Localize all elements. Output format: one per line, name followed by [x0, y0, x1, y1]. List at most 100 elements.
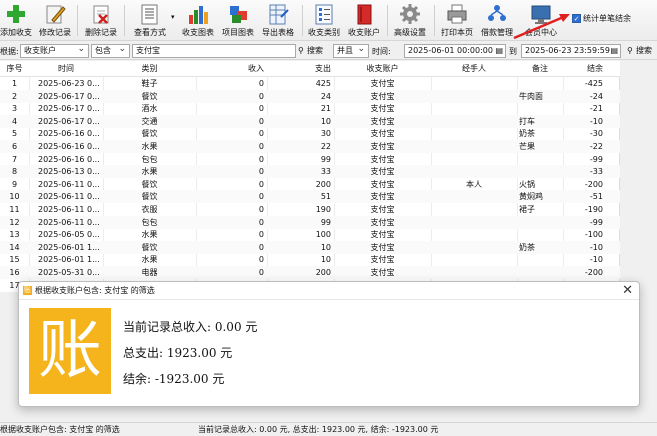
add-button[interactable]: 添加收支 [0, 2, 32, 39]
cell-balance: -33 [589, 167, 603, 177]
export-table-button[interactable]: 导出表格 [260, 2, 296, 39]
cell-expense: 200 [315, 179, 331, 189]
income-chart-button[interactable]: 收支图表 [180, 2, 216, 39]
status-bar: 根据收支账户包含: 支付宝 的筛选 当前记录总收入: 0.00 元, 总支出: … [0, 422, 657, 436]
cell-balance: -99 [589, 154, 603, 164]
col-header-income[interactable]: 收入 [196, 61, 264, 76]
filter-by-label: 根据: [0, 47, 19, 56]
col-header-note[interactable]: 备注 [517, 61, 563, 76]
cell-time: 2025-06-11 0... [38, 179, 100, 189]
to-label: 到 [509, 47, 517, 56]
loan-people-icon [486, 3, 508, 25]
table-row[interactable]: 16 2025-05-31 0... 电器 0 200 支付宝 -200 [0, 266, 620, 279]
table-row[interactable]: 10 2025-06-11 0... 餐饮 0 51 支付宝 黄焖鸡 -51 [0, 190, 620, 204]
filter-field-select[interactable]: 收支账户 [20, 44, 89, 58]
cell-category: 水果 [141, 255, 158, 265]
table-row[interactable]: 11 2025-06-11 0... 衣服 0 190 支付宝 裙子 -190 [0, 203, 620, 216]
status-filter-text: 根据收支账户包含: 支付宝 的筛选 [0, 425, 120, 434]
filter-operator-select[interactable]: 包含 [91, 44, 130, 58]
cell-expense: 200 [315, 268, 331, 277]
view-mode-icon [139, 3, 161, 25]
col-header-handler[interactable]: 经手人 [431, 61, 517, 76]
ledger-app-icon: 账 [23, 286, 32, 295]
cell-balance: -99 [589, 217, 603, 227]
cell-time: 2025-06-17 0... [38, 104, 100, 114]
date-from-value: 2025-06-01 00:00:00 [408, 46, 493, 55]
cell-expense: 51 [320, 192, 331, 202]
search-button-label: 搜索 [307, 46, 323, 55]
filter-keyword-input[interactable]: 支付宝 [132, 44, 296, 58]
cell-expense: 100 [315, 230, 331, 240]
search-icon: ⚲ [627, 46, 633, 55]
search-button[interactable]: ⚲ 搜索 [298, 45, 323, 56]
cell-expense: 99 [320, 217, 331, 227]
col-header-balance[interactable]: 结余 [563, 61, 603, 76]
table-row[interactable]: 9 2025-06-11 0... 餐饮 0 200 支付宝 本人 火锅 -200 [0, 178, 620, 191]
add-plus-icon [5, 3, 27, 25]
table-row[interactable]: 4 2025-06-17 0... 交通 0 10 支付宝 打车 -10 [0, 114, 620, 128]
cell-category: 水果 [141, 167, 158, 177]
cell-balance: -22 [589, 142, 603, 151]
cell-balance: -100 [584, 230, 603, 240]
filter-logic-select[interactable]: 并且 [333, 44, 369, 58]
calendar-icon[interactable]: ▤ [495, 45, 503, 57]
table-row[interactable]: 7 2025-06-16 0... 包包 0 99 支付宝 -99 [0, 153, 620, 166]
view-mode-button[interactable]: 查看方式 [130, 2, 170, 39]
cell-handler [431, 165, 517, 178]
cell-time: 2025-06-11 0... [38, 192, 100, 202]
cell-note [519, 165, 563, 178]
edit-button[interactable]: 修改记录 [38, 2, 72, 39]
col-header-index[interactable]: 序号 [0, 61, 29, 76]
view-mode-label: 查看方式 [134, 28, 166, 37]
dialog-total-expense: 总支出: 1923.00 元 [123, 346, 233, 360]
col-header-account[interactable]: 收支账户 [334, 61, 431, 76]
view-mode-dropdown-arrow-icon[interactable]: ▾ [171, 13, 175, 21]
cell-index: 3 [11, 104, 18, 114]
cell-time: 2025-06-01 1... [38, 242, 100, 252]
cell-handler [431, 253, 517, 266]
table-row[interactable]: 15 2025-06-01 1... 水果 0 10 支付宝 -10 [0, 253, 620, 266]
cell-account: 支付宝 [370, 167, 395, 177]
table-row[interactable]: 14 2025-06-01 1... 餐饮 0 10 支付宝 奶茶 -10 [0, 240, 620, 254]
cell-category: 交通 [141, 116, 158, 126]
dialog-balance: 结余: -1923.00 元 [123, 372, 225, 386]
search2-button[interactable]: ⚲ 搜索 [627, 45, 652, 56]
delete-button[interactable]: 删除记录 [84, 2, 118, 39]
print-page-button[interactable]: 打印本页 [438, 2, 476, 39]
col-header-time[interactable]: 时间 [29, 61, 103, 76]
calendar-icon[interactable]: ▤ [610, 45, 618, 57]
table-row[interactable]: 13 2025-06-05 0... 水果 0 100 支付宝 -100 [0, 228, 620, 241]
table-row[interactable]: 3 2025-06-17 0... 酒水 0 21 支付宝 -21 [0, 102, 620, 115]
table-row[interactable]: 12 2025-06-11 0... 包包 0 99 支付宝 -99 [0, 215, 620, 229]
col-header-expense[interactable]: 支出 [267, 61, 331, 76]
cell-balance: -30 [589, 129, 603, 139]
cell-income: 0 [258, 154, 264, 164]
table-row[interactable]: 6 2025-06-16 0... 水果 0 22 支付宝 芒果 -22 [0, 140, 620, 153]
close-icon[interactable]: ✕ [622, 283, 633, 299]
table-row[interactable]: 8 2025-06-13 0... 水果 0 33 支付宝 -33 [0, 165, 620, 179]
cell-note: 芒果 [519, 142, 535, 151]
income-account-button[interactable]: 收支账户 [346, 2, 382, 39]
advanced-settings-button[interactable]: 高级设置 [391, 2, 429, 39]
cell-handler [431, 216, 517, 229]
date-to-picker[interactable]: 2025-06-23 23:59:59 ▤ [521, 44, 621, 58]
col-header-category[interactable]: 类别 [103, 61, 196, 76]
income-category-button[interactable]: 收支类别 [306, 2, 342, 39]
cell-index: 16 [9, 268, 20, 277]
export-table-label: 导出表格 [262, 28, 294, 37]
table-row[interactable]: 5 2025-06-16 0... 餐饮 0 30 支付宝 奶茶 -30 [0, 127, 620, 140]
cell-time: 2025-06-05 0... [38, 230, 100, 240]
cell-income: 0 [258, 268, 264, 277]
cell-time: 2025-06-01 1... [38, 255, 100, 265]
cell-time: 2025-06-23 0... [38, 79, 100, 88]
table-row[interactable]: 1 2025-06-23 0... 鞋子 0 425 支付宝 -425 [0, 77, 620, 90]
item-chart-label: 项目图表 [222, 28, 254, 37]
date-from-picker[interactable]: 2025-06-01 00:00:00 ▤ [404, 44, 506, 58]
item-chart-button[interactable]: 项目图表 [220, 2, 256, 39]
table-row[interactable]: 2 2025-06-17 0... 餐饮 0 24 支付宝 牛肉面 -24 [0, 89, 620, 103]
stat-single-balance-checkbox[interactable]: ✓ 统计单笔结余 [572, 13, 631, 24]
cell-index: 7 [11, 154, 18, 164]
summary-dialog: 账 根据收支账户包含: 支付宝 的筛选 ✕ 账 当前记录总收入: 0.00 元 … [18, 281, 640, 407]
printer-icon [446, 3, 468, 25]
cell-account: 支付宝 [370, 79, 395, 88]
